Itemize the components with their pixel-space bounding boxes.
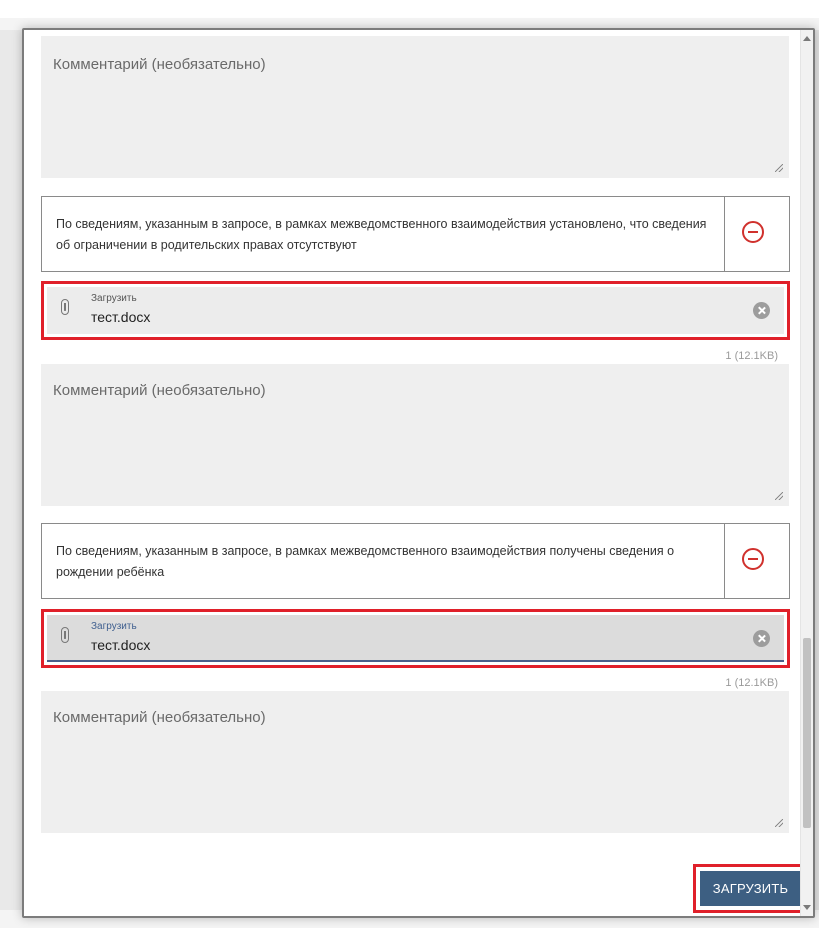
resize-handle-icon[interactable] [775,819,783,827]
upload-label: Загрузить [91,621,137,632]
info-box: По сведениям, указанным в запросе, в рам… [41,196,790,272]
comment-placeholder: Комментарий (необязательно) [53,56,266,73]
comment-textarea[interactable]: Комментарий (необязательно) [41,364,789,506]
comment-textarea[interactable]: Комментарий (необязательно) [41,691,789,833]
file-size: 1 (12.1KB) [725,677,778,689]
file-size: 1 (12.1KB) [725,350,778,362]
info-text: По сведениям, указанным в запросе, в рам… [56,544,675,579]
scroll-thumb[interactable] [803,638,811,828]
resize-handle-icon[interactable] [775,164,783,172]
submit-button[interactable]: ЗАГРУЗИТЬ [700,871,801,906]
file-upload-inner[interactable]: Загрузить тест.docx [47,615,784,662]
divider [724,524,725,598]
comment-placeholder: Комментарий (необязательно) [53,382,266,399]
background-topbar [0,0,819,18]
upload-modal: Комментарий (необязательно) По сведениям… [22,28,815,918]
info-text: По сведениям, указанным в запросе, в рам… [56,217,707,252]
comment-placeholder: Комментарий (необязательно) [53,709,266,726]
file-upload-field[interactable]: Загрузить тест.docx [41,609,790,668]
remove-circle-icon[interactable] [742,548,764,570]
scroll-up-icon[interactable] [803,36,811,41]
file-upload-inner[interactable]: Загрузить тест.docx [47,287,784,334]
paperclip-icon [61,627,69,643]
comment-textarea[interactable]: Комментарий (необязательно) [41,36,789,178]
clear-file-icon[interactable] [753,302,770,319]
background-left-edge [0,30,24,910]
file-upload-field[interactable]: Загрузить тест.docx [41,281,790,340]
submit-highlight: ЗАГРУЗИТЬ [693,864,808,913]
remove-circle-icon[interactable] [742,221,764,243]
paperclip-icon [61,299,69,315]
divider [724,197,725,271]
scroll-down-icon[interactable] [803,905,811,910]
resize-handle-icon[interactable] [775,492,783,500]
file-name: тест.docx [91,309,151,325]
clear-file-icon[interactable] [753,630,770,647]
upload-label: Загрузить [91,293,137,304]
file-name: тест.docx [91,637,151,653]
info-box: По сведениям, указанным в запросе, в рам… [41,523,790,599]
scrollbar[interactable] [800,30,813,916]
